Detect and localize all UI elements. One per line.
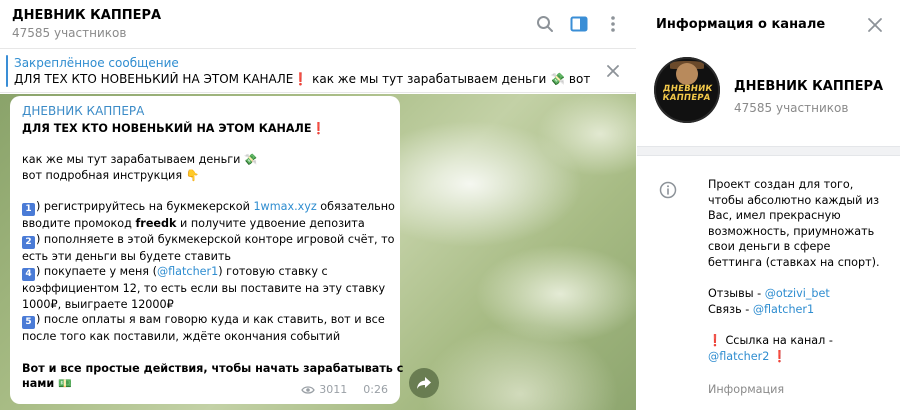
close-icon[interactable] [866, 16, 884, 34]
bookmaker-link[interactable]: 1wmax.xyz [253, 200, 316, 213]
section-divider [637, 146, 900, 156]
step-3-text-end: ) готовую ставку с [218, 265, 328, 279]
sidebar-panel-icon[interactable] [569, 14, 589, 34]
exclamation-icon: ❗ [772, 349, 787, 363]
chat-header[interactable]: ДНЕВНИК КАППЕРА 47585 участников [0, 0, 636, 49]
message-time: 0:26 [363, 383, 388, 396]
message-meta: 3011 0:26 [301, 383, 388, 396]
exclamation-icon: ❗ [708, 333, 722, 347]
pinned-preview: ДЛЯ ТЕХ КТО НОВЕНЬКИЙ НА ЭТОМ КАНАЛЕ❗ ка… [14, 72, 594, 86]
desc-line: чтобы абсолютно каждый из [708, 193, 880, 207]
step-4-text: ) после оплаты я вам говорю куда и как с… [36, 313, 385, 327]
step-3-text-amount: 1000₽, выиграете 12000₽ [22, 297, 174, 311]
channel-subscribers: 47585 участников [734, 101, 849, 115]
step-1-promo-label: вводите промокод [22, 216, 136, 230]
channel-link[interactable]: @flatcher2 [708, 350, 769, 363]
step-1-promo-text: и получите удвоение депозита [176, 216, 365, 230]
keycap-number-icon: 1 [22, 202, 35, 216]
info-title: Информация о канале [656, 17, 826, 32]
close-icon[interactable] [604, 62, 622, 80]
keycap-number-icon: 5 [22, 316, 35, 330]
channel-description: Проект создан для того, чтобы абсолютно … [708, 177, 893, 364]
avatar-ring [654, 57, 720, 123]
channel-avatar[interactable]: ДНЕВНИК КАППЕРА [654, 57, 720, 123]
desc-line: беттинга (ставках на спорт). [708, 255, 880, 269]
pinned-message[interactable]: Закреплённое сообщение ДЛЯ ТЕХ КТО НОВЕН… [0, 49, 636, 93]
promo-code: freedk [135, 216, 177, 230]
step-1-text: ) регистрируйтесь на букмекерской [36, 199, 254, 213]
flatcher1-link[interactable]: @flatcher1 [157, 265, 218, 278]
message-author[interactable]: ДНЕВНИК КАППЕРА [22, 104, 388, 118]
reviews-link[interactable]: @otzivi_bet [765, 287, 830, 300]
contact-label: Связь - [708, 302, 753, 316]
chat-title[interactable]: ДНЕВНИК КАППЕРА [12, 8, 161, 23]
channel-info-panel: Информация о канале ДНЕВНИК КАППЕРА ДНЕВ… [637, 0, 900, 410]
chat-member-count: 47585 участников [12, 26, 127, 40]
reviews-label: Отзывы - [708, 287, 765, 301]
step-2-text: ) пополняете в этой букмекерской конторе… [36, 232, 395, 246]
step-2-text-cont: есть эти деньги вы будете ставить [22, 249, 231, 263]
message-intro-1: как же мы тут зарабатываем деньги [22, 153, 241, 167]
info-icon [659, 181, 677, 199]
money-icon: 💵 [58, 377, 72, 391]
desc-line: Проект создан для того, [708, 178, 854, 191]
exclamation-icon: ❗ [311, 122, 326, 135]
views-icon [301, 385, 316, 394]
info-header: Информация о канале [637, 0, 900, 49]
step-3-text-cont: коэффициентом 12, то есть если вы постав… [22, 282, 386, 296]
pinned-accent-bar [6, 55, 8, 87]
money-wings-icon: 💸 [243, 153, 258, 167]
keycap-number-icon: 2 [22, 235, 35, 249]
share-icon[interactable] [409, 368, 439, 398]
channel-link-label: Ссылка на канал - [721, 333, 833, 347]
step-4-text-cont: после того как поставили, ждёте окончани… [22, 330, 341, 344]
desc-line: свои деньги в сфере [708, 240, 831, 254]
pinned-title: Закреплённое сообщение [14, 56, 179, 70]
message-intro-2: вот подробная инструкция [22, 168, 183, 182]
channel-name: ДНЕВНИК КАППЕРА [734, 79, 884, 94]
pointing-down-icon: 👇 [185, 168, 200, 182]
message-bubble[interactable]: ДНЕВНИК КАППЕРА ДЛЯ ТЕХ КТО НОВЕНЬКИЙ НА… [10, 96, 403, 404]
contact-link[interactable]: @flatcher1 [753, 303, 814, 316]
message-text: ДЛЯ ТЕХ КТО НОВЕНЬКИЙ НА ЭТОМ КАНАЛЕ❗ ка… [22, 121, 403, 392]
desc-line: Вас, имел прекрасную [708, 209, 841, 223]
desc-line: возможность, приумножать [708, 224, 875, 238]
step-1-text-end: обязательно [316, 199, 395, 213]
chat-column: ДНЕВНИК КАППЕРА 47585 участников Закрепл… [0, 0, 636, 410]
step-3-text: ) покупаете у меня ( [36, 265, 157, 279]
search-icon[interactable] [535, 14, 555, 34]
message-outro-1: Вот и все простые действия, чтобы начать… [22, 361, 404, 375]
keycap-number-icon: 4 [22, 268, 35, 282]
message-headline: ДЛЯ ТЕХ КТО НОВЕНЬКИЙ НА ЭТОМ КАНАЛЕ [22, 122, 312, 135]
info-section-label: Информация [708, 383, 785, 396]
message-outro-2: нами [22, 377, 55, 391]
more-vertical-icon[interactable] [603, 14, 623, 34]
view-count: 3011 [319, 383, 348, 396]
